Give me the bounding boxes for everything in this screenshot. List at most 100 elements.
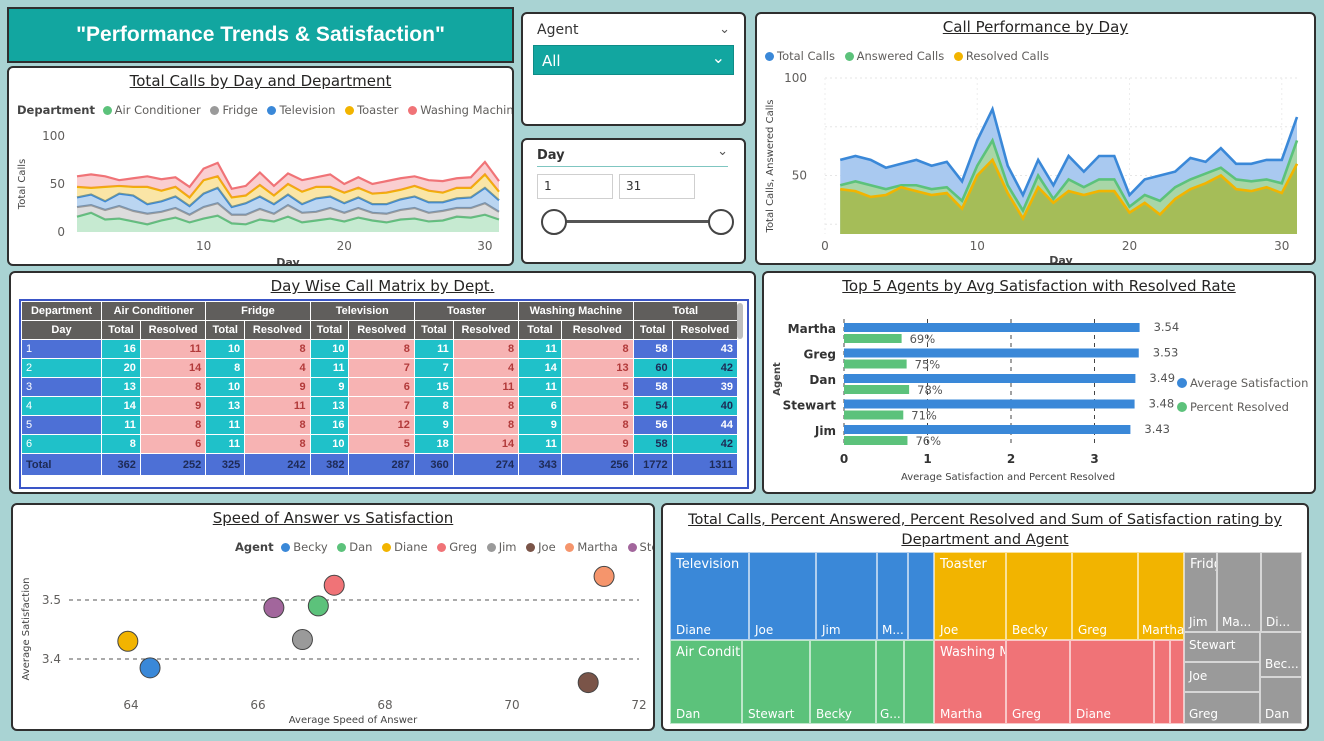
treemap-cell-toaster-joe[interactable]: Toaster Joe — [934, 552, 1006, 640]
subheader-resolved[interactable]: Resolved — [452, 320, 520, 340]
legend-item[interactable]: Toaster — [345, 103, 399, 117]
subheader-resolved[interactable]: Resolved — [139, 320, 207, 340]
treemap-cell-wm-diane[interactable]: Diane — [1070, 640, 1154, 724]
legend-item[interactable]: Joe — [526, 540, 556, 554]
matrix-row[interactable]: 4 14 9 13 11 13 7 8 8 6 5 54 40 — [21, 396, 739, 416]
treemap-cell-fridge-becky[interactable]: Bec... — [1260, 632, 1302, 677]
legend-item[interactable]: Fridge — [210, 103, 258, 117]
treemap-cell-fridge-ma[interactable]: Ma... — [1217, 552, 1261, 632]
subheader-total[interactable]: Total — [518, 320, 562, 340]
treemap-cell-television-diane[interactable]: Television Diane — [670, 552, 749, 640]
treemap-cell-fridge-greg[interactable]: Greg — [1184, 692, 1260, 724]
subheader-resolved[interactable]: Resolved — [348, 320, 415, 340]
legend-item[interactable]: Martha — [565, 540, 618, 554]
x-axis-title: Day — [276, 256, 299, 264]
subheader-total[interactable]: Total — [309, 320, 350, 340]
matrix-row[interactable]: 6 8 6 11 8 10 5 18 14 11 9 58 42 — [21, 434, 739, 454]
matrix-row[interactable]: 5 11 8 11 8 16 12 9 8 9 8 56 44 — [21, 415, 739, 435]
treemap-cell-toaster-becky[interactable]: Becky — [1006, 552, 1072, 640]
dept-header[interactable]: Television — [309, 301, 415, 321]
treemap-cell-toaster-martha[interactable]: Martha — [1138, 552, 1184, 640]
treemap-cell-fridge-joe[interactable]: Joe — [1184, 662, 1260, 692]
treemap-cell-ac-becky[interactable]: Becky — [810, 640, 876, 724]
total-cell: 56 — [632, 415, 673, 435]
treemap-cell-wm-martha[interactable]: Washing Machine Martha — [934, 640, 1006, 724]
legend-dot — [408, 106, 418, 115]
treemap-cell-wm-other1[interactable] — [1154, 640, 1170, 724]
legend-item[interactable]: Television — [267, 103, 335, 117]
subheader-total[interactable]: Total — [101, 320, 141, 340]
matrix-row[interactable]: 1 16 11 10 8 10 8 11 8 11 8 58 43 — [21, 339, 739, 359]
speed-satisfaction-scatter[interactable]: 64 66 68 70 72 3.4 3.5 Average Speed of Answer A… — [13, 559, 653, 729]
matrix-row[interactable]: 3 13 8 10 9 9 6 15 11 11 5 58 39 — [21, 377, 739, 397]
dept-header[interactable]: Air Conditioner — [100, 301, 207, 321]
treemap-cell-wm-other2[interactable] — [1170, 640, 1184, 724]
legend-item[interactable]: Dan — [337, 540, 372, 554]
treemap-cell-television-joe[interactable]: Joe — [749, 552, 816, 640]
treemap-cell-television-m[interactable]: M... — [877, 552, 908, 640]
treemap-cell-ac-other[interactable] — [904, 640, 934, 724]
dept-header[interactable]: Toaster — [413, 301, 520, 321]
legend-item[interactable]: Jim — [486, 540, 516, 554]
treemap-cell-label: Bec... — [1265, 657, 1299, 671]
total-cell: 8 — [205, 358, 246, 378]
treemap-cell-toaster-greg[interactable]: Greg — [1072, 552, 1138, 640]
treemap-cell-fridge-dan[interactable]: Dan — [1260, 677, 1302, 724]
treemap-cell-television-other[interactable] — [908, 552, 934, 640]
slider-track[interactable] — [553, 220, 721, 223]
legend-item[interactable]: Stewart — [627, 540, 653, 554]
legend-item[interactable]: Washing Machine — [408, 103, 512, 117]
subheader-resolved[interactable]: Resolved — [671, 320, 739, 340]
call-matrix-panel: Day Wise Call Matrix by Dept. Department… — [9, 271, 756, 494]
subheader-total[interactable]: Total — [205, 320, 246, 340]
legend-item[interactable]: Greg — [437, 540, 477, 554]
legend-item[interactable]: Resolved Calls — [953, 49, 1049, 63]
treemap-cell-fridge-stewart[interactable]: Stewart — [1184, 632, 1260, 662]
scatter-point-stewart — [263, 597, 285, 619]
dept-header[interactable]: Total — [632, 301, 739, 321]
grand-total-cell: 382 — [309, 453, 350, 476]
treemap-cell-ac-dan[interactable]: Air Conditioner Dan — [670, 640, 742, 724]
bar-average-satisfaction — [844, 348, 1139, 358]
treemap-title-line2: Department and Agent — [901, 532, 1069, 548]
legend-item[interactable]: Diane — [382, 540, 428, 554]
total-calls-by-day-panel: Total Calls by Day and Department Depart… — [7, 66, 514, 266]
treemap-cell-wm-greg[interactable]: Greg — [1006, 640, 1070, 724]
chevron-down-icon[interactable]: ⌄ — [719, 22, 730, 37]
call-performance-area-chart[interactable]: 50 100 0 10 20 30 Day Total Calls, Answered Cal… — [757, 68, 1314, 263]
matrix-scrollbar[interactable] — [737, 303, 743, 339]
subheader-total[interactable]: Total — [632, 320, 673, 340]
legend-item[interactable]: Total Calls — [765, 49, 835, 63]
subheader-total[interactable]: Total — [413, 320, 454, 340]
slider-handle-min[interactable] — [541, 209, 567, 235]
treemap-cell-fridge-di[interactable]: Di... — [1261, 552, 1302, 632]
legend-item[interactable]: Air Conditioner — [102, 103, 201, 117]
treemap-title: Total Calls, Percent Answered, Percent R… — [663, 510, 1307, 550]
chevron-down-icon[interactable]: ⌄ — [717, 144, 728, 159]
day-cell: 1 — [21, 339, 102, 359]
total-calls-area-chart[interactable]: 0 50 100 10 20 30 Day Total Calls — [9, 124, 512, 264]
day-min-input[interactable]: 1 — [537, 174, 613, 199]
treemap-cell-ac-g[interactable]: G... — [876, 640, 904, 724]
x-tick-label: 3 — [1090, 452, 1098, 466]
subheader-resolved[interactable]: Resolved — [560, 320, 634, 340]
scatter-point-joe — [577, 672, 599, 694]
resolved-cell: 8 — [244, 339, 311, 359]
resolved-cell: 8 — [139, 415, 207, 435]
dept-header[interactable]: Fridge — [205, 301, 311, 321]
day-max-input[interactable]: 31 — [619, 174, 695, 199]
treemap-cell-television-jim[interactable]: Jim — [816, 552, 877, 640]
legend-item[interactable]: Answered Calls — [844, 49, 944, 63]
top-agents-bar-chart[interactable]: Martha 3.54 69% Greg 3.53 75% Dan 3.49 78% Stewar… — [764, 297, 1314, 492]
agent-dropdown[interactable]: All ⌄ — [533, 45, 734, 75]
total-label: Total — [21, 453, 102, 476]
dept-header[interactable]: Washing Machine — [518, 301, 634, 321]
treemap-cell-fridge-jim[interactable]: Fridge Jim — [1184, 552, 1217, 632]
matrix-row[interactable]: 2 20 14 8 4 11 7 7 4 14 13 60 42 — [21, 358, 739, 378]
treemap-chart[interactable]: Television Diane Joe Jim M... Toaster Jo… — [670, 552, 1302, 724]
treemap-cell-ac-stewart[interactable]: Stewart — [742, 640, 810, 724]
y-tick-label: 100 — [784, 71, 807, 85]
legend-item[interactable]: Becky — [281, 540, 328, 554]
subheader-resolved[interactable]: Resolved — [244, 320, 311, 340]
slider-handle-max[interactable] — [708, 209, 734, 235]
